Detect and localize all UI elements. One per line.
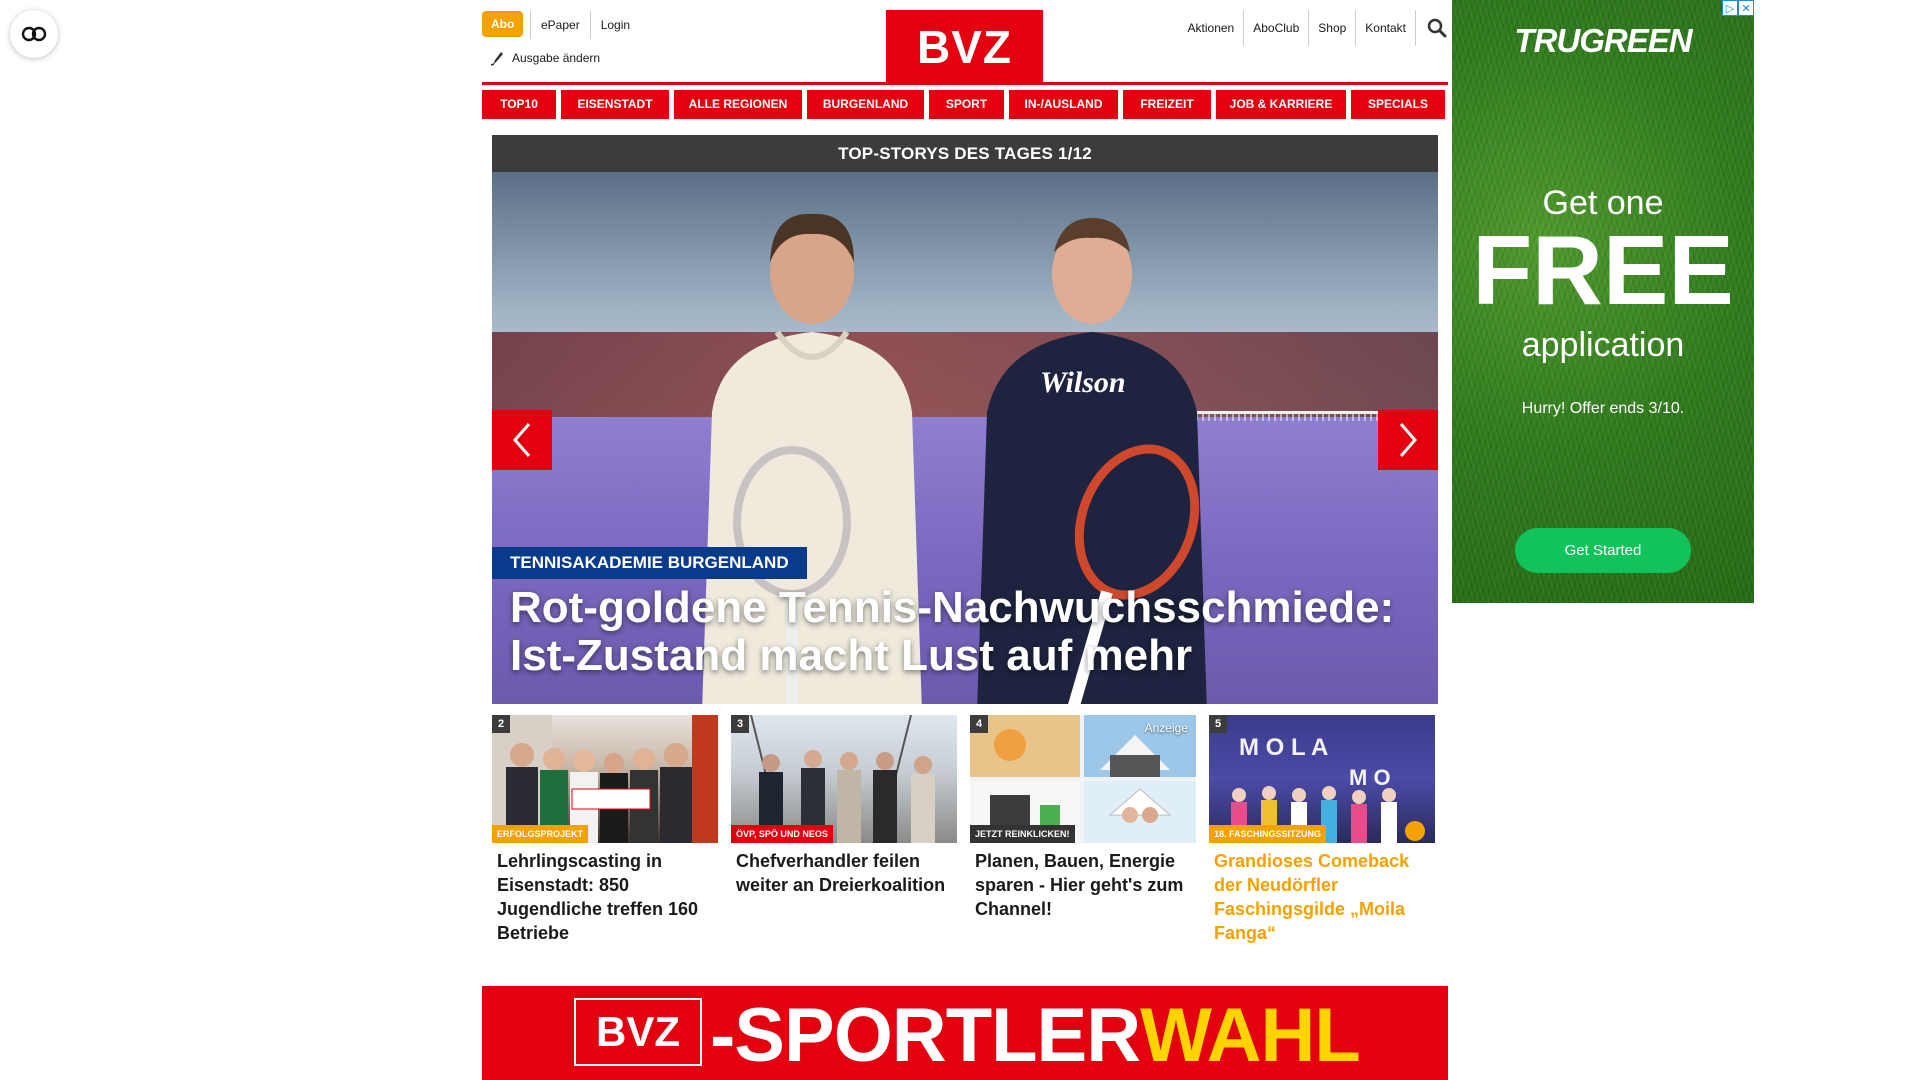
nav-item-top10[interactable]: TOP10 bbox=[482, 90, 556, 119]
teaser-tag: ÖVP, SPÖ UND NEOS bbox=[731, 825, 833, 843]
nav-item-specials[interactable]: SPECIALS bbox=[1351, 90, 1445, 119]
chevron-right-icon bbox=[1399, 423, 1417, 457]
hero-headline[interactable]: Rot-goldene Tennis-Nachwuchsschmiede: Is… bbox=[510, 584, 1430, 680]
teaser-number: 3 bbox=[731, 715, 749, 733]
banner-logo: BVZ bbox=[574, 998, 702, 1066]
epaper-link[interactable]: ePaper bbox=[530, 11, 590, 39]
svg-text:Wilson: Wilson bbox=[1040, 366, 1126, 399]
right-links: Aktionen AboClub Shop Kontakt bbox=[1179, 10, 1448, 46]
ad-info-icon[interactable]: ▷ bbox=[1722, 0, 1738, 16]
ad-close-icon[interactable]: ✕ bbox=[1738, 0, 1754, 16]
teaser-tag: ERFOLGSPROJEKT bbox=[492, 825, 589, 843]
top-links: ePaper Login bbox=[530, 11, 640, 39]
ad-label: Anzeige bbox=[1144, 721, 1188, 735]
svg-text:M O L A: M O L A bbox=[1239, 734, 1328, 761]
trugreen-ad[interactable]: ▷ ✕ TRUGREEN Get one FREE application Hu… bbox=[1452, 0, 1754, 603]
main-nav: TOP10 EISENSTADT ALLE REGIONEN BURGENLAN… bbox=[482, 90, 1445, 119]
site-logo[interactable]: BVZ bbox=[886, 10, 1043, 84]
teaser-number: 5 bbox=[1209, 715, 1227, 733]
pen-icon bbox=[490, 52, 503, 66]
teaser-image-stage: M O L A M O bbox=[1231, 734, 1425, 843]
topstories-heading: TOP-STORYS DES TAGES 1/12 bbox=[492, 135, 1438, 172]
teaser-image[interactable]: Anzeige 4 JETZT REINKLICKEN! bbox=[970, 715, 1196, 843]
teaser-tag: 18. FASCHINGSSITZUNG bbox=[1209, 825, 1327, 843]
search-icon bbox=[1427, 18, 1447, 38]
teaser-tag: JETZT REINKLICKEN! bbox=[970, 825, 1075, 843]
banner-text-white: -SPORTLER bbox=[710, 993, 1141, 1078]
site-header: Abo ePaper Login Ausgabe ändern BVZ Akti… bbox=[482, 0, 1448, 84]
teaser-card[interactable]: M O L A M O 5 18. FASCHINGSSITZUNG Grand… bbox=[1209, 715, 1435, 945]
page-container: Abo ePaper Login Ausgabe ändern BVZ Akti… bbox=[482, 0, 1448, 1080]
teaser-image-people bbox=[492, 715, 718, 843]
teaser-title[interactable]: Planen, Bauen, Energie sparen - Hier geh… bbox=[970, 849, 1196, 921]
accessibility-icon bbox=[21, 26, 47, 42]
svg-text:M O: M O bbox=[1349, 765, 1391, 790]
nav-item-alle-regionen[interactable]: ALLE REGIONEN bbox=[674, 90, 802, 119]
teaser-image-people bbox=[750, 715, 935, 843]
teaser-title[interactable]: Lehrlingscasting in Eisenstadt: 850 Juge… bbox=[492, 849, 718, 945]
banner-text-yellow: WAHL bbox=[1140, 993, 1361, 1078]
header-divider bbox=[482, 82, 1448, 85]
aktionen-link[interactable]: Aktionen bbox=[1179, 10, 1245, 46]
teaser-card[interactable]: 3 ÖVP, SPÖ UND NEOS Chefverhandler feile… bbox=[731, 715, 957, 945]
search-button[interactable] bbox=[1426, 17, 1448, 39]
teaser-image[interactable]: 3 ÖVP, SPÖ UND NEOS bbox=[731, 715, 957, 843]
sportlerwahl-banner[interactable]: BVZ -SPORTLERWAHL bbox=[482, 986, 1448, 1080]
teaser-row: 2 ERFOLGSPROJEKT Lehrlingscasting in Eis… bbox=[492, 715, 1438, 945]
chevron-left-icon bbox=[513, 423, 531, 457]
ad-brand-logo: TRUGREEN bbox=[1514, 22, 1692, 59]
ad-offer: Hurry! Offer ends 3/10. bbox=[1521, 400, 1685, 417]
banner-headline: -SPORTLERWAHL bbox=[710, 992, 1361, 1079]
abo-button[interactable]: Abo bbox=[482, 11, 524, 37]
teaser-card[interactable]: Anzeige 4 JETZT REINKLICKEN! Planen, Bau… bbox=[970, 715, 1196, 945]
teaser-card[interactable]: 2 ERFOLGSPROJEKT Lehrlingscasting in Eis… bbox=[492, 715, 718, 945]
nav-item-sport[interactable]: SPORT bbox=[929, 90, 1004, 119]
hero-category-tag[interactable]: TENNISAKADEMIE BURGENLAND bbox=[492, 547, 807, 579]
ad-choices[interactable]: ▷ ✕ bbox=[1722, 0, 1754, 16]
teaser-image[interactable]: 2 ERFOLGSPROJEKT bbox=[492, 715, 718, 843]
hero-prev-button[interactable] bbox=[492, 410, 552, 470]
aboclub-link[interactable]: AboClub bbox=[1244, 10, 1310, 46]
teaser-title[interactable]: Grandioses Comeback der Neudörfler Fasch… bbox=[1209, 849, 1435, 945]
accessibility-button[interactable] bbox=[10, 10, 58, 58]
edition-label: Ausgabe ändern bbox=[512, 51, 601, 65]
nav-item-freizeit[interactable]: FREIZEIT bbox=[1123, 90, 1211, 119]
edition-switch[interactable]: Ausgabe ändern bbox=[490, 50, 600, 66]
login-link[interactable]: Login bbox=[589, 11, 640, 39]
ad-line-3: application bbox=[1521, 326, 1685, 364]
teaser-number: 4 bbox=[970, 715, 988, 733]
teaser-title[interactable]: Chefverhandler feilen weiter an Dreierko… bbox=[731, 849, 957, 897]
nav-item-burgenland[interactable]: BURGENLAND bbox=[807, 90, 924, 119]
ad-line-2: FREE bbox=[1472, 215, 1734, 325]
nav-item-in-ausland[interactable]: IN-/AUSLAND bbox=[1009, 90, 1118, 119]
teaser-number: 2 bbox=[492, 715, 510, 733]
ad-cta-button[interactable]: Get Started bbox=[1515, 528, 1691, 573]
nav-item-eisenstadt[interactable]: EISENSTADT bbox=[561, 90, 669, 119]
hero-next-button[interactable] bbox=[1378, 410, 1438, 470]
shop-link[interactable]: Shop bbox=[1309, 10, 1357, 46]
hero-story[interactable]: Wilson TENNISAKADEMIE BURGENLAND Rot-gol… bbox=[492, 172, 1438, 704]
kontakt-link[interactable]: Kontakt bbox=[1356, 10, 1416, 46]
teaser-image[interactable]: M O L A M O 5 18. FASCHINGSSITZUNG bbox=[1209, 715, 1435, 843]
nav-item-job-karriere[interactable]: JOB & KARRIERE bbox=[1216, 90, 1346, 119]
